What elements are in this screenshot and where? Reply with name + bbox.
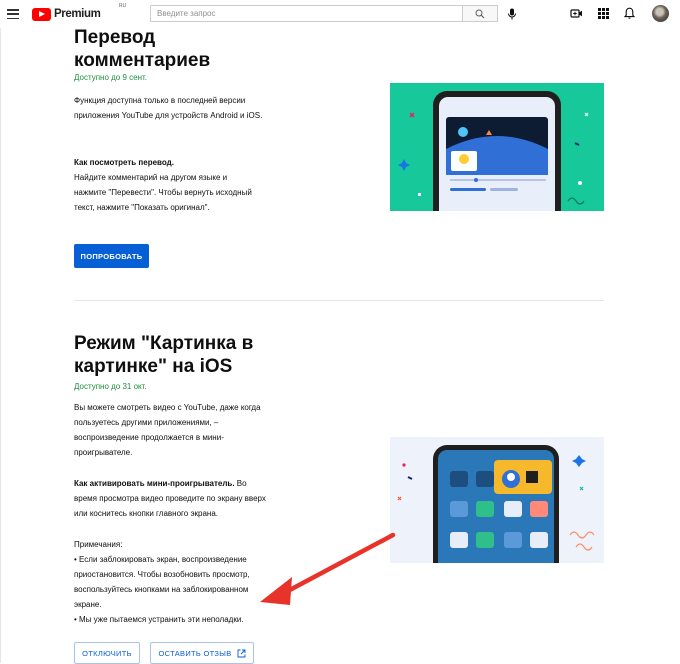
microphone-icon[interactable] [507, 8, 517, 20]
external-link-icon [237, 649, 245, 657]
howto-heading: Как активировать мини-проигрыватель. [74, 479, 235, 488]
howto-section: Как активировать мини-проигрыватель. Во … [74, 476, 270, 521]
search-icon [475, 9, 485, 18]
section-divider [74, 300, 604, 301]
feature-description: Вы можете смотреть видео с YouTube, даже… [74, 400, 266, 460]
howto-section: Как посмотреть перевод. Найдите коммента… [74, 155, 259, 215]
feature-title: Перевод комментариев [74, 26, 210, 72]
description-paragraph: Функция доступна только в последней верс… [74, 96, 263, 121]
create-video-icon[interactable] [570, 7, 583, 20]
feature-title-line-1: Режим "Картинка в [74, 333, 254, 354]
phone-comment-illustration [398, 91, 589, 211]
note-item: • Мы уже пытаемся устранить эти неполадк… [74, 615, 244, 625]
note-item: • Если заблокировать экран, воспроизведе… [74, 555, 250, 610]
comment-translation-illustration [390, 83, 604, 211]
feature-title-line-2: комментариев [74, 50, 211, 71]
feature-title-line-1: Перевод [74, 27, 156, 48]
brand-name: Premium [54, 8, 101, 20]
notes-heading: Примечания: [74, 540, 123, 549]
menu-icon[interactable] [7, 9, 19, 20]
try-button[interactable]: ПОПРОБОВАТЬ [74, 244, 149, 268]
account-avatar[interactable] [652, 5, 669, 22]
notifications-bell-icon[interactable] [623, 7, 636, 20]
disable-button-label: ОТКЛЮЧИТЬ [82, 648, 132, 658]
feedback-button-label: ОСТАВИТЬ ОТЗЫВ [158, 648, 232, 658]
phone-home-screen-illustration [397, 445, 595, 563]
availability-date: Доступно до 9 сент. [74, 73, 148, 82]
search-input[interactable] [150, 5, 463, 22]
search-button[interactable] [462, 5, 498, 22]
region-label: RU [119, 3, 127, 9]
feature-title-line-2: картинке" на iOS [74, 356, 233, 377]
sidebar-edge-divider [0, 28, 1, 663]
apps-grid-icon[interactable] [597, 7, 610, 20]
notes-section: Примечания: • Если заблокировать экран, … [74, 537, 274, 628]
leave-feedback-button[interactable]: ОСТАВИТЬ ОТЗЫВ [150, 642, 254, 664]
availability-date: Доступно до 31 окт. [74, 382, 147, 391]
youtube-play-icon [32, 7, 51, 21]
howto-heading: Как посмотреть перевод. [74, 158, 174, 167]
youtube-premium-logo[interactable]: Premium RU [32, 3, 126, 21]
feature-title: Режим "Картинка в картинке" на iOS [74, 332, 253, 378]
masthead: Premium RU [0, 0, 680, 28]
disable-button[interactable]: ОТКЛЮЧИТЬ [74, 642, 140, 664]
description-paragraph: Вы можете смотреть видео с YouTube, даже… [74, 403, 261, 458]
howto-text: Найдите комментарий на другом языке и на… [74, 173, 252, 213]
feature-description: Функция доступна только в последней верс… [74, 93, 264, 123]
picture-in-picture-illustration [390, 437, 604, 563]
